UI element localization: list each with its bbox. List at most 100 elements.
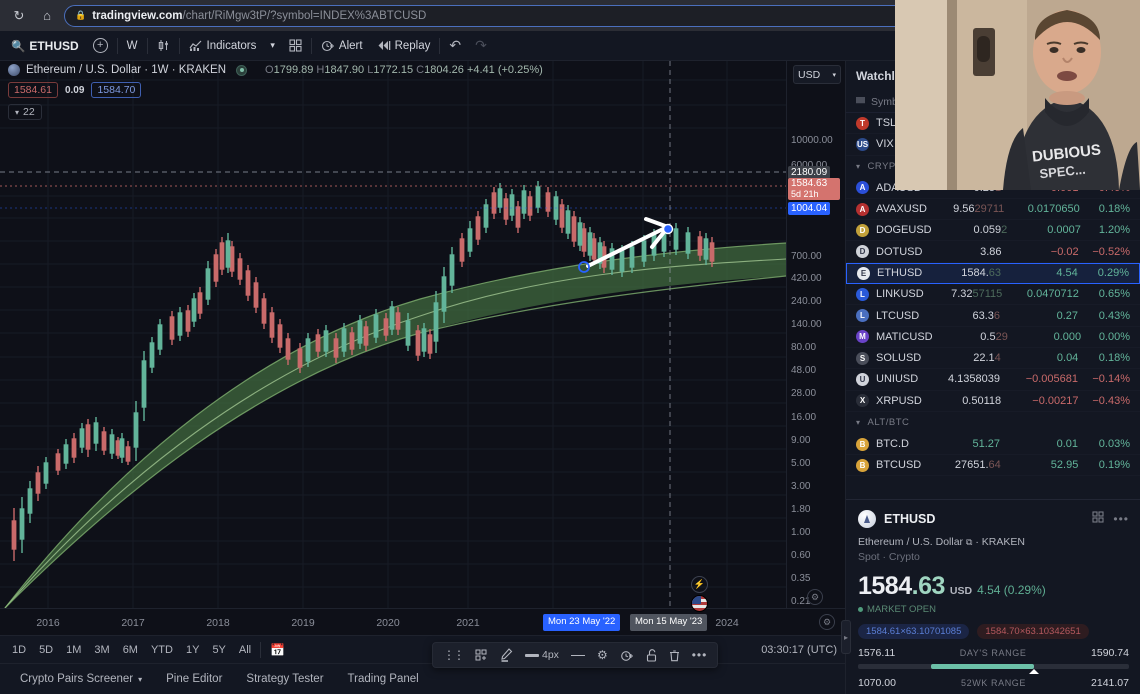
range-button-ytd[interactable]: YTD <box>145 642 179 658</box>
watchlist-row[interactable]: M MATICUSD 0.529 0.000 0.00% <box>846 327 1140 348</box>
watchlist-row[interactable]: D DOTUSD 3.86 −0.02 −0.52% <box>846 241 1140 263</box>
alert-label: Alert <box>338 39 363 52</box>
home-icon[interactable]: ⌂ <box>36 5 58 27</box>
indicators-chevron[interactable]: ▾ <box>263 34 282 58</box>
visibility-icon[interactable] <box>236 64 248 76</box>
range-button-1m[interactable]: 1M <box>60 642 87 658</box>
price-tick: 1.00 <box>791 527 811 538</box>
drag-dots-icon[interactable]: ⋮⋮ <box>438 646 468 664</box>
watchlist-row[interactable]: B BTC.D 51.27 0.01 0.03% <box>846 434 1140 456</box>
more-dots-icon[interactable]: ••• <box>687 646 713 664</box>
time-scale[interactable]: 2016 2017 2018 2019 2020 2021 2024 Mon 23 May … <box>0 608 845 636</box>
layouts-button[interactable] <box>282 34 309 58</box>
watchlist-row[interactable]: S SOLUSD 22.14 0.04 0.18% <box>846 348 1140 370</box>
utc-clock: 03:30:17 (UTC) <box>761 643 837 656</box>
calendar-icon[interactable]: 📅 <box>270 643 285 657</box>
gear-icon[interactable]: ⚙ <box>807 589 823 605</box>
unlock-icon[interactable] <box>641 647 662 664</box>
legend-ask[interactable]: 1584.70 <box>91 82 142 98</box>
replay-button[interactable]: Replay <box>370 34 438 58</box>
line-style-icon[interactable] <box>566 653 590 658</box>
range-button-5y[interactable]: 5Y <box>206 642 231 658</box>
symbol-search[interactable]: 🔍 ETHUSD <box>4 34 86 58</box>
watchlist-row[interactable]: L LTCUSD 63.36 0.27 0.43% <box>846 305 1140 327</box>
divider <box>310 37 312 54</box>
detail-price-row: 1584.63 USD 4.54 (0.29%) <box>858 572 1129 601</box>
range-button-all[interactable]: All <box>233 642 257 658</box>
symbol-icon: X <box>856 394 869 408</box>
chart-legend: Ethereum / U.S. Dollar · 1W · KRAKEN O17… <box>8 64 543 120</box>
grid-icon[interactable] <box>1092 511 1105 527</box>
add-template-icon[interactable] <box>470 647 493 664</box>
add-symbol-button[interactable]: + <box>86 34 115 58</box>
tab-pine-editor[interactable]: Pine Editor <box>154 669 234 689</box>
watchlist-last-price: 9.5629711 <box>953 203 1005 216</box>
gear-icon[interactable]: ⚙ <box>819 614 835 630</box>
drag-handle-icon[interactable]: ▸ <box>841 620 851 654</box>
watchlist-row[interactable]: A AVAXUSD 9.5629711 0.0170650 0.18% <box>846 199 1140 221</box>
symbol-icon: D <box>856 223 869 237</box>
watchlist-row[interactable]: X XRPUSD 0.50118 −0.00217 −0.43% <box>846 391 1140 412</box>
redo-button[interactable]: ↷ <box>468 34 494 58</box>
eth-coin-icon <box>8 64 20 76</box>
watchlist-change-percent: 1.20% <box>1098 224 1131 237</box>
symbol-icon: B <box>856 437 869 451</box>
pencil-icon[interactable] <box>495 646 518 664</box>
last-price-fraction: 63 <box>988 267 1001 280</box>
line-thickness-button[interactable]: 4px <box>520 647 564 663</box>
eth-coin-icon <box>858 510 876 528</box>
time-tick: 2017 <box>121 617 145 629</box>
range-button-1d[interactable]: 1D <box>6 642 32 658</box>
watchlist-row[interactable]: E ETHUSD 1584.63 4.54 0.29% <box>846 262 1140 285</box>
reload-icon[interactable]: ↻ <box>8 5 30 27</box>
watchlist-row[interactable]: D DOGEUSD 0.0592 0.0007 1.20% <box>846 220 1140 242</box>
legend-bid[interactable]: 1584.61 <box>8 82 58 98</box>
watchlist-group-alt[interactable]: ▾ ALT/BTC <box>846 412 1140 434</box>
alert-button[interactable]: Alert <box>314 34 370 58</box>
external-link-icon[interactable]: ⧉ <box>966 537 972 547</box>
trash-icon[interactable] <box>664 647 685 664</box>
watchlist-row[interactable]: B BTCUSD 27651.64 52.95 0.19% <box>846 455 1140 477</box>
symbol-detail-panel: ▸ ETHUSD ••• Ethereum / U.S. Dollar ⧉ · … <box>841 499 1140 694</box>
lightning-icon[interactable]: ⚡ <box>691 576 708 593</box>
price-tick: 48.00 <box>791 365 817 376</box>
toolbar-symbol: ETHUSD <box>29 38 79 53</box>
watchlist-symbol: LINKUSD <box>876 288 924 301</box>
ohlc-value: 1804.26 <box>424 64 467 76</box>
watchlist-row[interactable]: L LINKUSD 7.3257115 0.0470712 0.65% <box>846 284 1140 306</box>
tab-strategy-tester[interactable]: Strategy Tester <box>234 669 335 689</box>
ohlc-key: C <box>416 64 425 76</box>
range-button-5d[interactable]: 5D <box>33 642 59 658</box>
alert-clock-icon[interactable] <box>615 647 639 664</box>
legend-title-row: Ethereum / U.S. Dollar · 1W · KRAKEN O17… <box>8 64 543 76</box>
range-button-6m[interactable]: 6M <box>117 642 144 658</box>
more-dots-icon[interactable]: ••• <box>1113 512 1129 526</box>
watchlist-row[interactable]: U UNIUSD 4.1358039 −0.005681 −0.14% <box>846 369 1140 391</box>
alert-clock-icon <box>321 40 334 52</box>
watchlist-change: −0.005681 <box>1025 373 1078 386</box>
symbol-icon: B <box>856 458 869 472</box>
range-button-1y[interactable]: 1Y <box>180 642 205 658</box>
gear-icon[interactable]: ⚙ <box>592 646 613 664</box>
range-button-3m[interactable]: 3M <box>88 642 115 658</box>
watchlist-last-price: 0.0592 <box>973 224 1008 237</box>
legend-title[interactable]: Ethereum / U.S. Dollar · 1W · KRAKEN <box>26 64 226 76</box>
tab-trading-panel[interactable]: Trading Panel <box>336 669 431 689</box>
undo-button[interactable]: ↶ <box>442 34 468 58</box>
cursor-date-label: Mon 15 May '23 <box>630 614 708 631</box>
currency-selector[interactable]: USD ▾ <box>793 65 841 84</box>
tab-crypto-pairs-screener[interactable]: Crypto Pairs Screener ▾ <box>8 669 154 689</box>
watchlist-change: 0.0470712 <box>1026 288 1079 301</box>
indicators-button[interactable]: Indicators <box>182 34 264 58</box>
chart-canvas[interactable]: TV <box>0 61 786 608</box>
chart-style-button[interactable] <box>150 34 177 58</box>
price-scale[interactable]: USD ▾ 10000.006000.003500.00700.00420.00… <box>786 61 845 653</box>
interval-button[interactable]: W <box>120 34 145 58</box>
legend-indicator-row[interactable]: ▾ 22 <box>8 104 42 120</box>
watchlist-change: 52.95 <box>1050 459 1079 472</box>
us-flag-icon[interactable] <box>691 595 708 612</box>
watchlist-change: −0.02 <box>1050 245 1079 258</box>
watchlist-change-percent: 0.19% <box>1098 459 1130 472</box>
last-price-fraction: 29 <box>995 330 1008 343</box>
day-range-fill <box>931 664 1035 669</box>
